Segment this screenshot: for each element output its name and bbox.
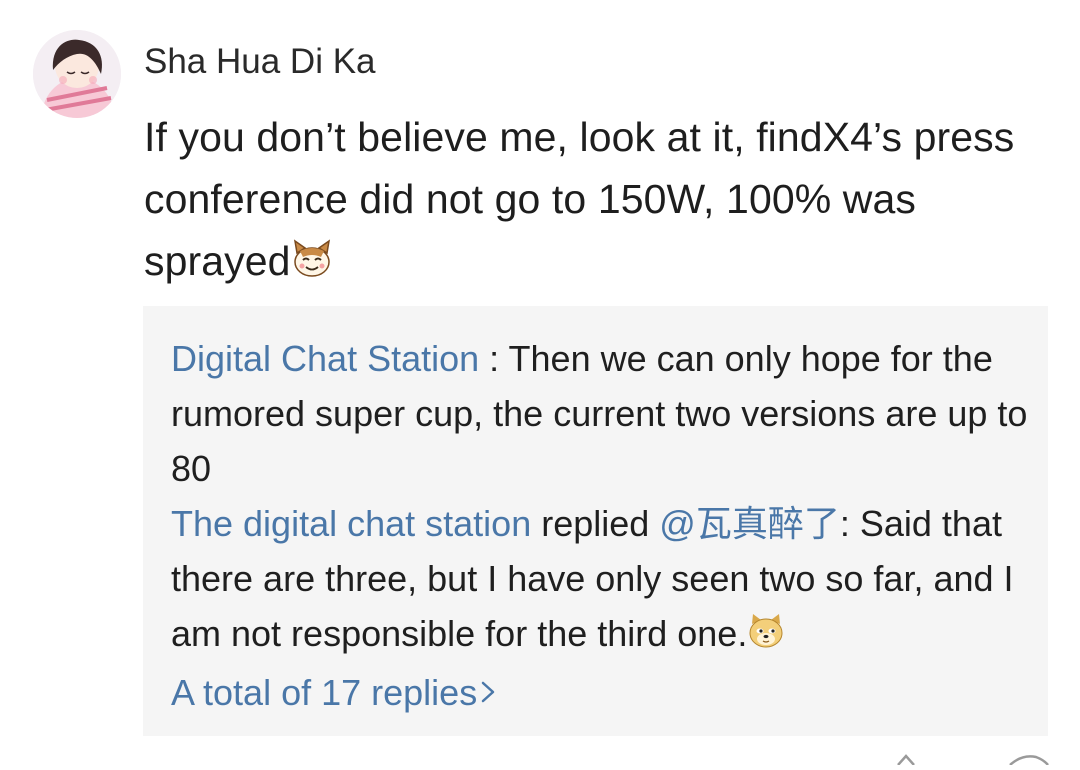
comment-username[interactable]: Sha Hua Di Ka <box>144 40 376 84</box>
replies-panel[interactable]: Digital Chat Station : Then we can only … <box>143 306 1048 736</box>
avatar[interactable] <box>33 30 121 118</box>
reply-item[interactable]: The digital chat station replied @瓦真醉了: … <box>171 496 1031 665</box>
view-all-replies-label: A total of 17 replies <box>171 672 478 713</box>
comment-text: If you don’t believe me, look at it, fin… <box>144 114 1015 284</box>
doge-icon <box>747 610 785 665</box>
reply-item[interactable]: Digital Chat Station : Then we can only … <box>171 331 1031 496</box>
cat-face-icon <box>291 234 333 296</box>
reply-author-link[interactable]: Digital Chat Station <box>171 338 479 379</box>
view-all-replies-link[interactable]: A total of 17 replies <box>171 665 1031 722</box>
comment-actions <box>890 752 1050 766</box>
share-icon <box>897 754 915 766</box>
reply-mention-link[interactable]: @瓦真醉了 <box>659 503 840 544</box>
avatar-image <box>33 30 121 118</box>
reply-author-link[interactable]: The digital chat station <box>171 503 531 544</box>
reply-verb: replied <box>531 503 660 544</box>
comment-body: If you don’t believe me, look at it, fin… <box>144 106 1044 296</box>
reply-icon <box>1009 755 1049 766</box>
reply-separator: : <box>479 338 509 379</box>
reply-separator: : <box>839 503 860 544</box>
chevron-right-icon <box>481 667 495 722</box>
